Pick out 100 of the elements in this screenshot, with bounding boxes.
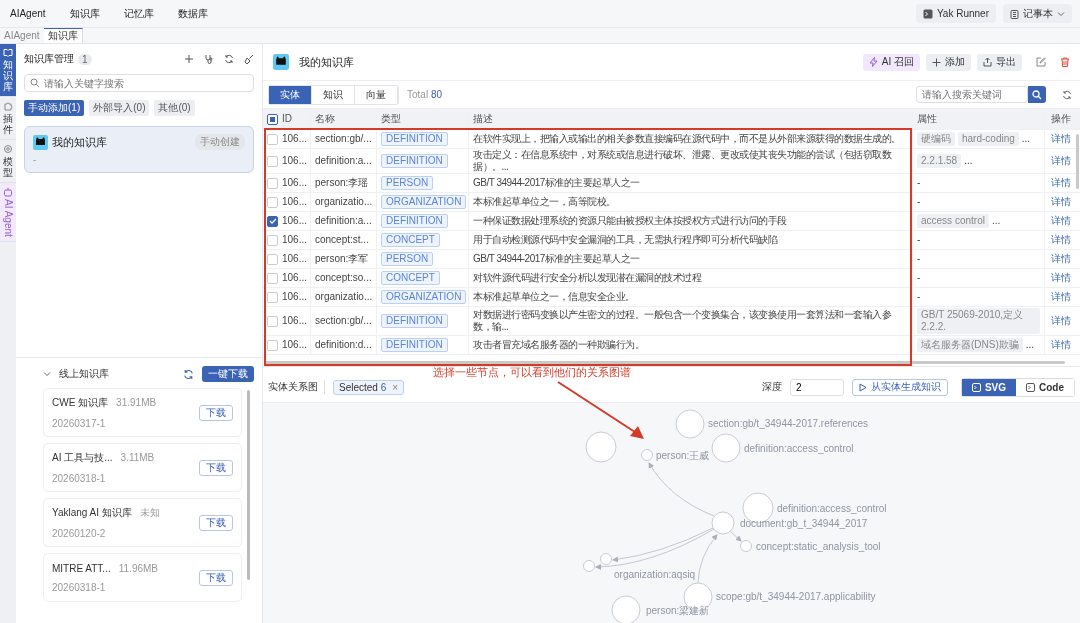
plus-icon[interactable] <box>184 54 194 64</box>
sidebar-item[interactable]: 插件 <box>0 97 16 140</box>
details-link[interactable]: 详情 <box>1051 291 1071 303</box>
filter-chip[interactable]: 其他(0) <box>154 100 195 116</box>
depth-field[interactable]: 2 <box>789 378 844 396</box>
knowledge-base-name: 我的知识库 <box>52 134 107 150</box>
column-header[interactable]: 操作 <box>1051 113 1071 125</box>
search-field[interactable]: 请输入关键字搜索 <box>24 74 254 92</box>
table-cell: - <box>917 291 921 303</box>
scrollbar[interactable] <box>1076 134 1079 189</box>
column-header[interactable]: 描述 <box>473 113 492 125</box>
details-link[interactable]: 详情 <box>1051 155 1071 167</box>
details-link[interactable]: 详情 <box>1051 177 1071 189</box>
sidebar-item[interactable]: AI Agent <box>0 183 16 242</box>
graph-node[interactable] <box>675 409 705 439</box>
download-button[interactable]: 下载 <box>199 459 233 476</box>
row-checkbox[interactable] <box>267 215 278 227</box>
sidebar-item[interactable]: 知识库 <box>0 44 16 97</box>
filter-chip[interactable]: 手动添加(1) <box>24 100 85 116</box>
details-link[interactable]: 详情 <box>1051 234 1071 246</box>
chevron-icon[interactable] <box>43 371 51 377</box>
node-label: definition:access_control <box>744 443 854 454</box>
column-header[interactable]: 属性 <box>917 113 937 125</box>
edit-icon[interactable] <box>1036 57 1046 67</box>
graph-node[interactable] <box>711 433 741 463</box>
type-tag: DEFINITION <box>381 314 448 328</box>
table-cell: definition:a... <box>315 155 372 167</box>
type-tag: DEFINITION <box>381 338 448 352</box>
filter-chip[interactable]: 外部导入(0) <box>89 100 150 116</box>
mode-toggle[interactable]: SVG <box>961 378 1016 396</box>
search-field[interactable]: 请输入搜索关键词 <box>916 86 1028 103</box>
more-indicator: ... <box>991 215 1001 227</box>
refresh-icon[interactable] <box>183 368 194 380</box>
table-cell: person:李军 <box>315 253 369 265</box>
node-label: concept:static_analysis_tool <box>756 541 881 552</box>
knowledge-base-name: AI 工具与技... <box>52 451 113 465</box>
details-link[interactable]: 详情 <box>1051 339 1071 351</box>
knowledge-base-name: CWE 知识库 <box>52 396 109 410</box>
view-tab[interactable]: 向量 <box>355 85 398 104</box>
table-cell: GB/T 34944-2017标准的主要起草人之一 <box>473 177 640 189</box>
graph-node[interactable] <box>641 449 653 461</box>
toolbar-button[interactable]: 记事本 <box>1003 4 1072 23</box>
column-header[interactable]: 名称 <box>315 113 335 125</box>
details-link[interactable]: 详情 <box>1051 253 1071 265</box>
nav-item[interactable]: 数据库 <box>177 6 208 21</box>
scrollbar[interactable] <box>265 361 1065 364</box>
knowledge-base-description: - <box>33 154 38 165</box>
details-link[interactable]: 详情 <box>1051 272 1071 284</box>
cat-logo-icon <box>33 134 48 150</box>
details-link[interactable]: 详情 <box>1051 196 1071 208</box>
details-link[interactable]: 详情 <box>1051 215 1071 227</box>
download-button[interactable]: 下载 <box>199 404 233 421</box>
more-indicator: ... <box>964 155 973 167</box>
generate-button[interactable]: 从实体生成知识 <box>851 378 948 396</box>
scrollbar[interactable] <box>247 390 250 580</box>
search-button[interactable] <box>1028 86 1046 103</box>
caret-icon <box>1057 10 1065 17</box>
refresh-icon[interactable] <box>224 54 234 64</box>
column-header[interactable]: 类型 <box>381 113 401 125</box>
details-link[interactable]: 详情 <box>1051 133 1071 145</box>
table-cell: section:gb/... <box>315 315 372 327</box>
selection-chip[interactable]: Selected 6 × <box>333 379 405 395</box>
view-tab[interactable]: 实体 <box>269 85 312 104</box>
select-all-checkbox[interactable] <box>267 113 278 125</box>
graph-node[interactable] <box>740 540 752 552</box>
depth-label: 深度 <box>761 380 782 394</box>
action-button[interactable]: 导出 <box>977 53 1022 71</box>
nav-item[interactable]: 记忆库 <box>123 6 154 21</box>
table-cell: - <box>917 196 921 208</box>
more-indicator: ... <box>1025 339 1035 351</box>
table-cell: - <box>917 177 921 189</box>
page-tab[interactable]: 知识库 <box>43 28 83 43</box>
graph-node[interactable] <box>585 431 617 463</box>
download-button[interactable]: 下载 <box>199 569 233 586</box>
toolbar-button[interactable]: Yak Runner <box>915 4 996 23</box>
stethoscope-icon[interactable] <box>204 54 214 64</box>
graph-node[interactable] <box>583 560 595 572</box>
type-tag: PERSON <box>381 252 434 266</box>
column-header[interactable]: ID <box>282 113 292 125</box>
book-icon <box>3 48 13 57</box>
view-tab[interactable]: 知识 <box>312 85 355 104</box>
details-link[interactable]: 详情 <box>1051 315 1071 327</box>
graph-node[interactable] <box>611 595 641 623</box>
nav-item[interactable]: 知识库 <box>69 6 100 21</box>
table-cell: 在软件实现上，把输入或输出的相关参数直接编码在源代码中，而不是从外部来源获得的数据生成的。 <box>473 133 901 145</box>
nav-item[interactable]: AIAgent <box>10 8 46 19</box>
action-button[interactable]: AI 召回 <box>862 53 920 71</box>
download-all-button[interactable]: 一键下载 <box>202 366 254 382</box>
table-cell: organizatio... <box>315 291 373 303</box>
action-button[interactable]: 添加 <box>926 53 971 71</box>
clipboard-icon <box>1010 8 1019 19</box>
delete-icon[interactable] <box>1060 57 1070 67</box>
node-label: person:梁建新 <box>646 605 710 616</box>
download-button[interactable]: 下载 <box>199 514 233 531</box>
table-cell-text: 对数据进行密码变换以产生密文的过程。一般包含一个变换集合，该变换使用一套算法和一套输入参数，输... <box>473 309 893 333</box>
table-cell: 本标准起草单位之一，信息安全企业。 <box>473 291 635 303</box>
graph-node[interactable] <box>600 553 612 565</box>
graph-node[interactable] <box>711 511 735 535</box>
knowledge-base-card[interactable]: 我的知识库 手动创建 - <box>24 126 254 173</box>
refresh-icon[interactable] <box>1062 89 1072 100</box>
